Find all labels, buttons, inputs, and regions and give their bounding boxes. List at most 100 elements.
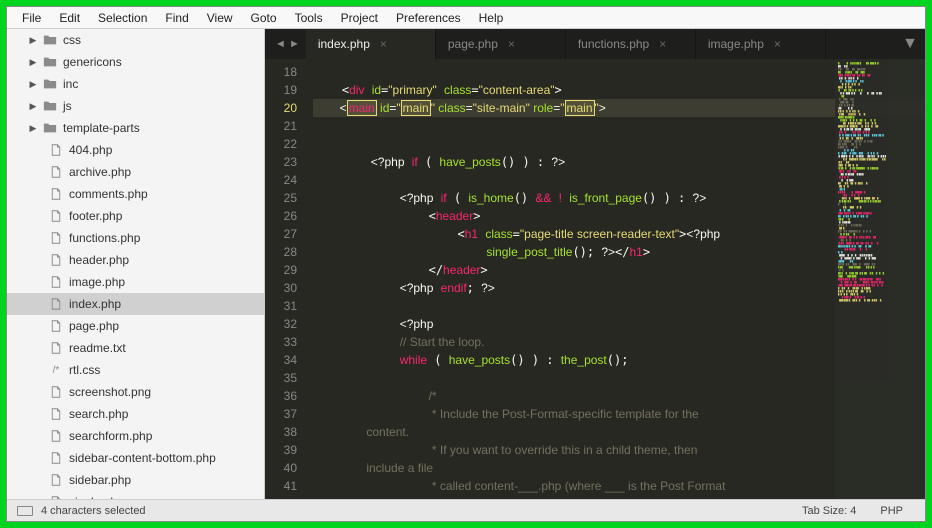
menu-goto[interactable]: Goto (242, 11, 286, 25)
tree-file[interactable]: footer.php (7, 205, 264, 227)
tree-item-label: js (63, 99, 72, 113)
tab-label: image.php (708, 37, 764, 51)
tree-item-label: template-parts (63, 121, 140, 135)
tree-file[interactable]: page.php (7, 315, 264, 337)
chevron-right-icon: ▶ (29, 79, 37, 90)
file-icon (49, 319, 63, 333)
menu-tools[interactable]: Tools (286, 11, 332, 25)
chevron-right-icon: ▶ (29, 123, 37, 134)
tree-item-label: rtl.css (69, 363, 100, 377)
file-icon (49, 187, 63, 201)
menu-preferences[interactable]: Preferences (387, 11, 470, 25)
tab-label: functions.php (578, 37, 649, 51)
file-icon (49, 451, 63, 465)
tree-file[interactable]: single.php (7, 491, 264, 499)
close-icon[interactable]: × (508, 37, 515, 51)
tab-label: index.php (318, 37, 370, 51)
tree-item-label: footer.php (69, 209, 122, 223)
tree-folder[interactable]: ▶ css (7, 29, 264, 51)
tab-dropdown[interactable]: ▼ (895, 29, 925, 59)
menu-find[interactable]: Find (156, 11, 197, 25)
status-bar: 4 characters selected Tab Size: 4 PHP (7, 499, 925, 521)
editor-tab[interactable]: page.php × (436, 29, 566, 59)
menu-file[interactable]: File (13, 11, 50, 25)
file-icon (49, 143, 63, 157)
tree-item-label: sidebar-content-bottom.php (69, 451, 216, 465)
folder-icon (43, 99, 57, 113)
tab-nav-arrows[interactable]: ◄ ► (269, 29, 306, 59)
tree-file[interactable]: comments.php (7, 183, 264, 205)
editor-tab[interactable]: index.php × (306, 29, 436, 59)
editor-area: ◄ ► index.php×page.php×functions.php×ima… (265, 29, 925, 499)
tree-file[interactable]: sidebar.php (7, 469, 264, 491)
file-icon (49, 297, 63, 311)
editor-tab[interactable]: image.php × (696, 29, 826, 59)
tree-file[interactable]: searchform.php (7, 425, 264, 447)
editor-tab[interactable]: functions.php × (566, 29, 696, 59)
folder-icon (43, 77, 57, 91)
app-window: File Edit Selection Find View Goto Tools… (6, 6, 926, 522)
tree-file[interactable]: sidebar-content-bottom.php (7, 447, 264, 469)
file-icon (49, 385, 63, 399)
file-icon (49, 473, 63, 487)
tree-folder[interactable]: ▶ template-parts (7, 117, 264, 139)
tree-file[interactable]: search.php (7, 403, 264, 425)
file-icon (49, 275, 63, 289)
sidebar-file-tree[interactable]: ▶css▶genericons▶inc▶js▶template-parts404… (7, 29, 265, 499)
tree-folder[interactable]: ▶inc (7, 73, 264, 95)
status-language[interactable]: PHP (868, 505, 915, 517)
tree-item-label: search.php (69, 407, 128, 421)
panel-toggle-icon[interactable] (17, 506, 33, 516)
tree-file[interactable]: /* rtl.css (7, 359, 264, 381)
tree-item-label: sidebar.php (69, 473, 131, 487)
tree-item-label: page.php (69, 319, 119, 333)
tree-file[interactable]: archive.php (7, 161, 264, 183)
tree-item-label: readme.txt (69, 341, 126, 355)
tab-label: page.php (448, 37, 498, 51)
close-icon[interactable]: × (659, 37, 666, 51)
status-selection: 4 characters selected (41, 505, 146, 517)
tree-file[interactable]: readme.txt (7, 337, 264, 359)
folder-icon (43, 33, 57, 47)
close-icon[interactable]: × (774, 37, 781, 51)
status-tabsize[interactable]: Tab Size: 4 (790, 505, 868, 517)
tree-folder[interactable]: ▶ genericons (7, 51, 264, 73)
file-icon (49, 429, 63, 443)
tree-item-label: screenshot.png (69, 385, 151, 399)
file-icon (49, 165, 63, 179)
menu-help[interactable]: Help (470, 11, 513, 25)
tree-item-label: genericons (63, 55, 122, 69)
folder-icon (43, 121, 57, 135)
minimap[interactable]: █ █ █ █ █ ██ █ ██ ███ █ ███ █ █ █ █ ██ █… (835, 59, 925, 499)
file-icon (49, 341, 63, 355)
tree-file[interactable]: header.php (7, 249, 264, 271)
chevron-right-icon: ▶ (29, 101, 37, 112)
close-icon[interactable]: × (380, 37, 387, 51)
menu-bar: File Edit Selection Find View Goto Tools… (7, 7, 925, 29)
file-icon (49, 407, 63, 421)
folder-icon (43, 55, 57, 69)
tree-item-label: functions.php (69, 231, 140, 245)
tree-file[interactable]: index.php (7, 293, 264, 315)
menu-selection[interactable]: Selection (89, 11, 156, 25)
file-icon (49, 209, 63, 223)
tree-item-label: css (63, 33, 81, 47)
tree-item-label: 404.php (69, 143, 112, 157)
tree-file[interactable]: 404.php (7, 139, 264, 161)
tree-file[interactable]: functions.php (7, 227, 264, 249)
file-icon (49, 253, 63, 267)
chevron-right-icon: ▶ (29, 57, 37, 68)
menu-edit[interactable]: Edit (50, 11, 89, 25)
tree-file[interactable]: screenshot.png (7, 381, 264, 403)
tree-item-label: comments.php (69, 187, 148, 201)
css-file-icon: /* (49, 363, 63, 377)
tree-item-label: archive.php (69, 165, 131, 179)
tree-file[interactable]: image.php (7, 271, 264, 293)
code-view[interactable]: <div id="primary" class="content-area"> … (305, 59, 925, 499)
menu-project[interactable]: Project (332, 11, 387, 25)
tree-item-label: index.php (69, 297, 121, 311)
file-icon (49, 231, 63, 245)
chevron-right-icon: ▶ (29, 35, 37, 46)
tree-folder[interactable]: ▶ js (7, 95, 264, 117)
menu-view[interactable]: View (198, 11, 242, 25)
